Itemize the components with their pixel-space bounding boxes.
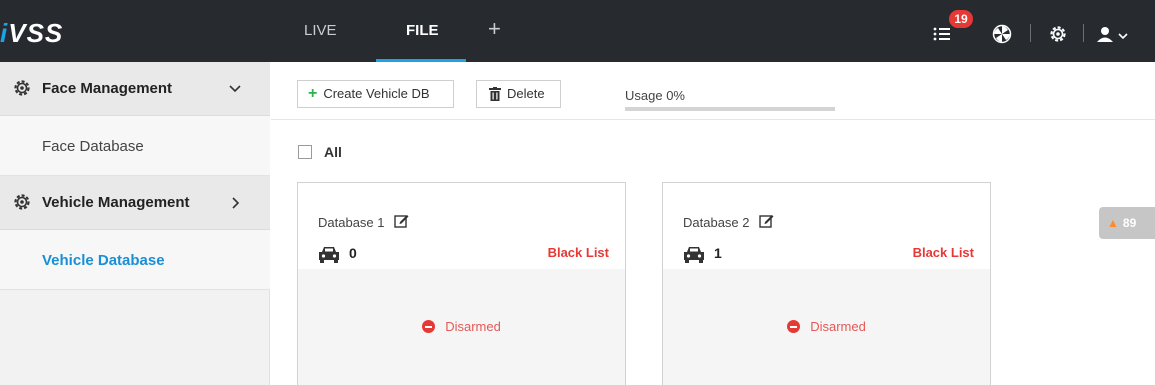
database-name: Database 1 — [318, 215, 385, 230]
trash-icon — [489, 87, 501, 101]
vehicle-count: 0 — [349, 245, 357, 261]
disarmed-icon — [787, 320, 801, 333]
database-card[interactable]: Database 1 0 Black List Disarmed — [297, 182, 626, 385]
sidebar-group-vehicle-management[interactable]: Vehicle Management — [0, 176, 270, 230]
database-card[interactable]: Database 2 1 Black List Disarmed — [662, 182, 991, 385]
gear-icon[interactable] — [1048, 24, 1068, 44]
car-icon — [319, 247, 339, 263]
warning-icon: ▲ — [1107, 216, 1119, 230]
gear-icon — [14, 194, 30, 210]
edit-icon[interactable] — [394, 213, 409, 228]
chevron-right-icon[interactable] — [228, 196, 242, 210]
top-bar: iVSS LIVE FILE + 19 — [0, 0, 1155, 62]
alarm-indicator[interactable]: ▲ 89 — [1099, 207, 1155, 239]
car-icon — [684, 247, 704, 263]
create-vehicle-db-button[interactable]: + Create Vehicle DB — [297, 80, 454, 108]
gear-icon — [14, 80, 30, 96]
separator — [1083, 24, 1084, 42]
sidebar-group-label: Face Management — [42, 80, 173, 97]
sidebar-item-face-database[interactable]: Face Database — [0, 116, 270, 176]
sidebar-item-label: Face Database — [42, 138, 144, 155]
fan-icon[interactable] — [992, 24, 1012, 44]
status-label: Disarmed — [445, 319, 501, 334]
list-type-label: Black List — [912, 245, 974, 260]
database-name: Database 2 — [683, 215, 750, 230]
sidebar-group-face-management[interactable]: Face Management — [0, 62, 270, 116]
list-type-label: Black List — [547, 245, 609, 260]
chevron-down-icon[interactable] — [228, 82, 242, 96]
plus-icon: + — [308, 85, 318, 102]
tab-file[interactable]: FILE — [406, 22, 439, 39]
logo: iVSS — [0, 18, 64, 48]
select-all-checkbox[interactable] — [298, 145, 312, 159]
delete-button[interactable]: Delete — [476, 80, 561, 108]
alarm-count: 89 — [1122, 216, 1137, 230]
edit-icon[interactable] — [759, 213, 774, 228]
list-icon[interactable] — [932, 24, 952, 44]
usage-label: Usage 0% — [625, 88, 685, 103]
sidebar-item-label: Vehicle Database — [42, 252, 165, 269]
sidebar: Face Management Face Database Vehicle Ma… — [0, 62, 270, 385]
disarmed-icon — [422, 320, 436, 333]
arm-status[interactable]: Disarmed — [663, 319, 990, 334]
separator — [1030, 24, 1031, 42]
sidebar-group-label: Vehicle Management — [42, 194, 190, 211]
arm-status[interactable]: Disarmed — [298, 319, 625, 334]
usage-progress-bar — [625, 107, 835, 111]
add-tab-button[interactable]: + — [488, 16, 501, 42]
select-all-label: All — [324, 144, 342, 160]
status-label: Disarmed — [810, 319, 866, 334]
notification-badge: 19 — [949, 10, 973, 28]
vehicle-count: 1 — [714, 245, 722, 261]
sidebar-item-vehicle-database[interactable]: Vehicle Database — [0, 230, 270, 290]
button-label: Delete — [507, 86, 545, 101]
user-icon[interactable] — [1096, 24, 1130, 44]
button-label: Create Vehicle DB — [323, 86, 430, 101]
tab-live[interactable]: LIVE — [304, 22, 337, 39]
